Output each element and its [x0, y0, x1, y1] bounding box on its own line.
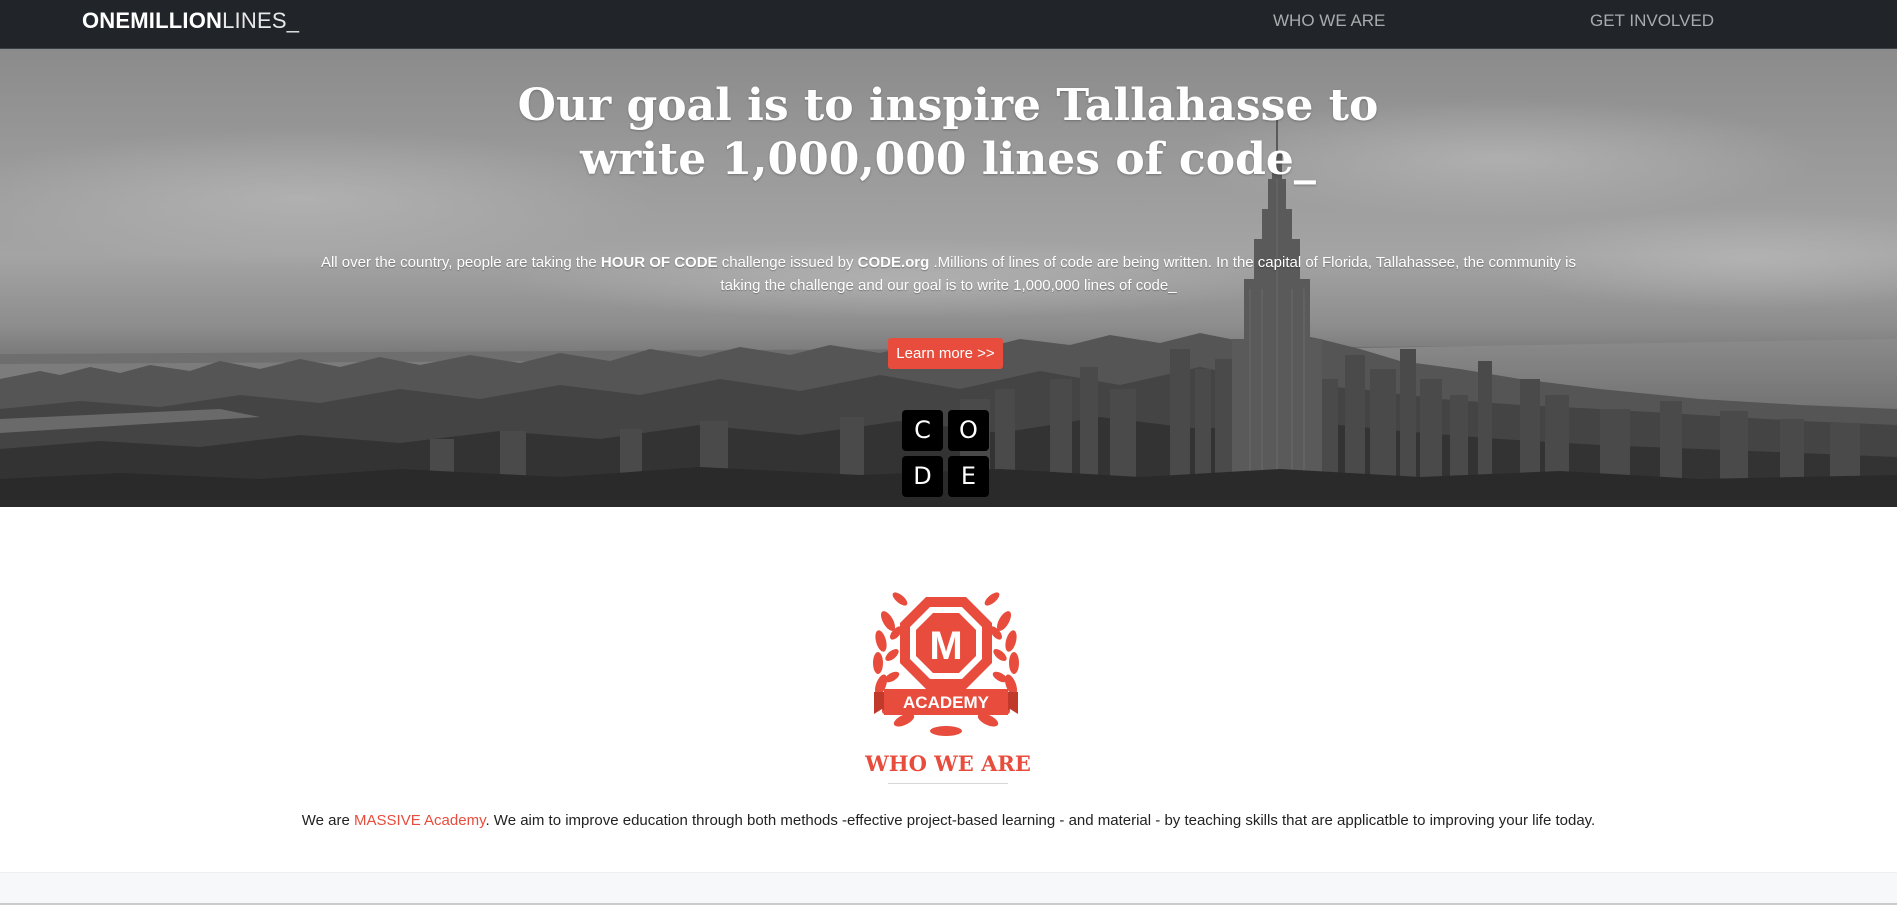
nav-link-get-involved[interactable]: GET INVOLVED: [1590, 11, 1714, 31]
academy-logo-banner: ACADEMY: [903, 693, 990, 712]
who-we-are-title: WHO WE ARE: [865, 751, 1031, 776]
who-we-are-section: M ACADEMY WHO WE ARE We are MASSIVE Acad…: [0, 507, 1897, 872]
hero-text-part2: challenge issued by: [717, 254, 858, 271]
nav-link-who-we-are[interactable]: WHO WE ARE: [1273, 11, 1385, 31]
learn-more-button[interactable]: Learn more >>: [888, 338, 1003, 369]
code-org-text: CODE.org: [857, 254, 930, 271]
academy-logo-letter: M: [929, 624, 962, 668]
code-logo-tile-d: D: [902, 456, 943, 497]
code-logo-tile-e: E: [948, 456, 989, 497]
hero-section: Our goal is to inspire Tallahasse to wri…: [0, 49, 1897, 507]
top-navbar: ONEMILLIONLINES_ WHO WE ARE GET INVOLVED: [0, 0, 1897, 49]
hero-title: Our goal is to inspire Tallahasse to wri…: [517, 80, 1379, 185]
hero-description: All over the country, people are taking …: [318, 251, 1579, 297]
who-text-suffix: . We aim to improve education through bo…: [485, 812, 1596, 829]
next-section-strip: [0, 872, 1897, 905]
code-logo-tile-c: C: [902, 410, 943, 451]
brand-bold-text: ONEMILLION: [82, 8, 223, 33]
who-we-are-description: We are MASSIVE Academy. We aim to improv…: [200, 811, 1697, 831]
hero-text-part1: All over the country, people are taking …: [320, 254, 601, 271]
brand-light-text: LINES_: [222, 8, 300, 33]
code-org-logo: C O D E: [902, 410, 990, 498]
who-text-prefix: We are: [301, 812, 355, 829]
academy-logo-icon: M ACADEMY: [873, 592, 1019, 736]
hour-of-code-text: HOUR OF CODE: [600, 254, 718, 271]
title-divider: [888, 783, 1008, 784]
brand-logo[interactable]: ONEMILLIONLINES_: [82, 9, 299, 33]
code-logo-tile-o: O: [948, 410, 989, 451]
massive-academy-link[interactable]: MASSIVE Academy: [354, 812, 485, 829]
